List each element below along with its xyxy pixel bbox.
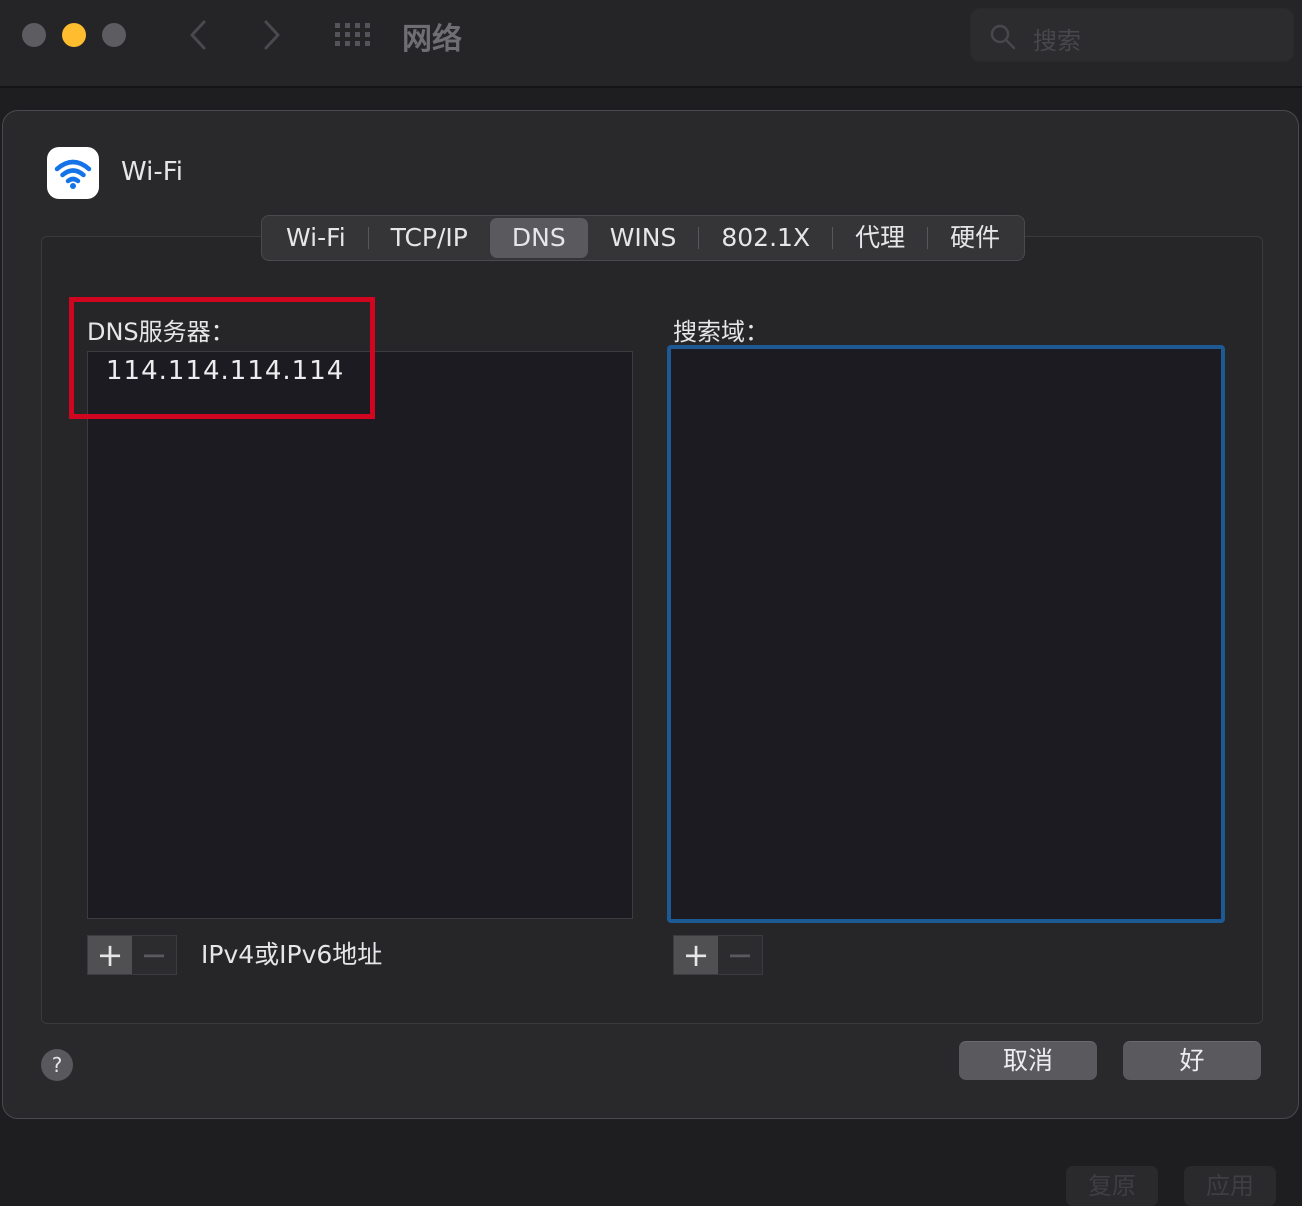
remove-dns-server-button[interactable]: − [132,936,176,974]
tab-bar: Wi-Fi TCP/IP DNS WINS 802.1X 代理 硬件 [261,215,1026,261]
search-icon [990,24,1016,50]
grid-icon[interactable] [334,22,374,48]
minimize-window-button[interactable] [62,23,86,47]
window-titlebar: 网络 搜索 [0,0,1302,88]
zoom-window-button[interactable] [102,23,126,47]
tab-tcpip[interactable]: TCP/IP [369,218,490,258]
wifi-service-badge [47,147,99,199]
tab-hardware[interactable]: 硬件 [928,218,1022,258]
dns-servers-list[interactable]: 114.114.114.114 [87,351,633,919]
service-name: Wi-Fi [121,157,184,187]
window-title: 网络 [402,22,462,57]
tab-wifi[interactable]: Wi-Fi [264,218,368,258]
tab-wins[interactable]: WINS [588,218,699,258]
search-domains-list[interactable] [667,345,1225,923]
back-chevron-icon[interactable] [184,18,214,52]
dns-add-remove-control: + − [87,935,177,975]
ok-button[interactable]: 好 [1123,1041,1261,1080]
help-button[interactable]: ? [41,1049,73,1081]
forward-chevron-icon[interactable] [256,18,286,52]
close-window-button[interactable] [22,23,46,47]
remove-search-domain-button[interactable]: − [718,936,762,974]
search-placeholder: 搜索 [1033,27,1081,55]
tab-proxy[interactable]: 代理 [833,218,927,258]
revert-button[interactable]: 复原 [1066,1166,1158,1206]
add-search-domain-button[interactable]: + [674,936,718,974]
search-field[interactable]: 搜索 [970,8,1294,62]
advanced-settings-sheet: Wi-Fi Wi-Fi TCP/IP DNS WINS 802.1X 代理 硬件… [2,110,1299,1119]
add-dns-server-button[interactable]: + [88,936,132,974]
search-domain-add-remove-control: + − [673,935,763,975]
dns-highlight-annotation [69,297,375,419]
tab-dns[interactable]: DNS [489,218,588,258]
search-domains-label: 搜索域： [673,318,769,346]
tab-8021x[interactable]: 802.1X [699,218,832,258]
wifi-icon [54,159,92,189]
dns-address-hint: IPv4或IPv6地址 [201,940,383,969]
cancel-button[interactable]: 取消 [959,1041,1097,1080]
apply-button[interactable]: 应用 [1184,1166,1276,1206]
